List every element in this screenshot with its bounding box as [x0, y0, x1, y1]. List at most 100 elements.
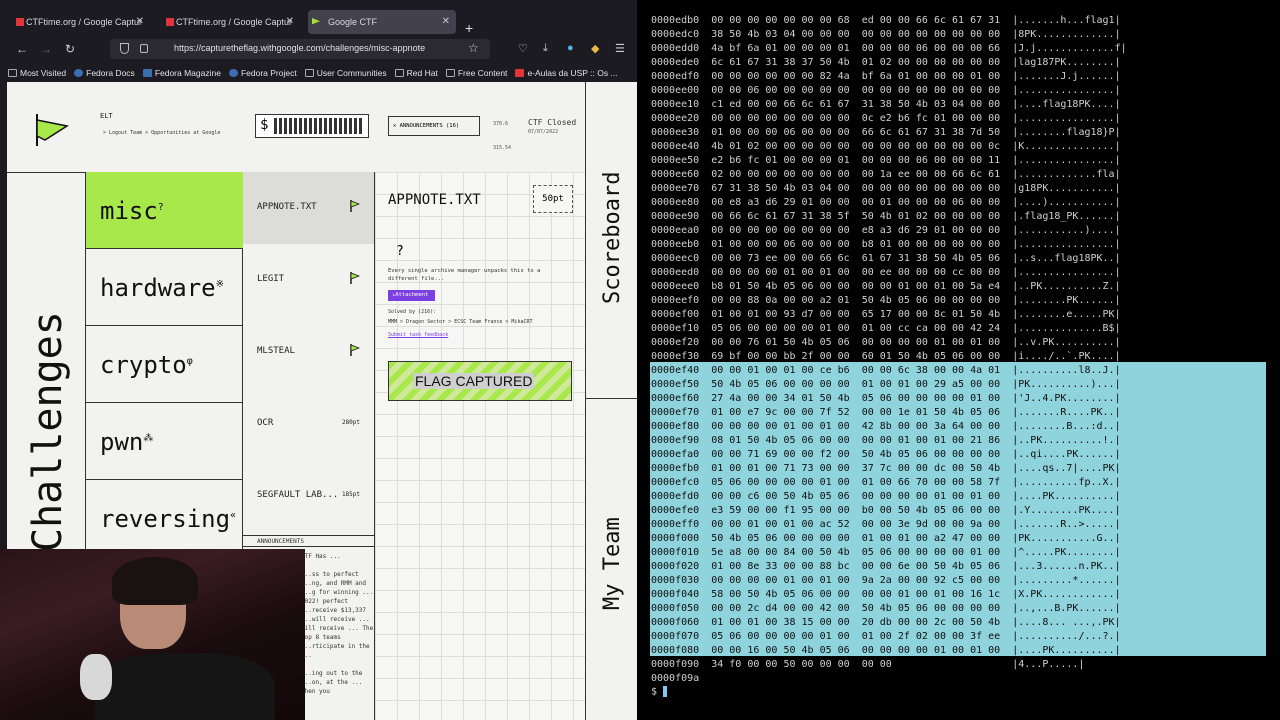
flag-input-box[interactable]: $ — [255, 114, 369, 138]
dollar-icon: $ — [260, 117, 269, 133]
hexdump-line: 0000edc0 38 50 4b 03 04 00 00 00 00 00 0… — [651, 29, 1121, 40]
category-hardware[interactable]: hardware※ — [86, 249, 243, 326]
hexdump-line: 0000ef80 00 00 00 00 01 00 01 00 42 8b 0… — [651, 421, 1121, 432]
extension-icon[interactable]: ● — [567, 42, 574, 54]
tab-label: Google CTF — [328, 17, 378, 27]
score-bottom: 315.54 — [493, 145, 512, 151]
shell-prompt[interactable]: $ — [651, 686, 668, 698]
ctftime-favicon-icon — [16, 18, 24, 26]
extension-fox-icon[interactable]: ◆ — [591, 42, 599, 55]
hexdump-line: 0000ef50 50 4b 05 06 00 00 00 00 01 00 0… — [651, 379, 1121, 390]
tab-label: CTFtime.org / Google Captur — [26, 17, 143, 27]
category-mark: φ — [186, 356, 193, 367]
team-links[interactable]: > Logout Team > Opportunities at Google — [103, 130, 220, 136]
tab-google-ctf[interactable]: Google CTF ✕ — [308, 10, 456, 34]
category-misc[interactable]: misc? — [86, 172, 243, 249]
bookmark-most-visited[interactable]: Most Visited — [8, 64, 66, 82]
back-icon[interactable]: ← — [16, 42, 28, 56]
announcements-button[interactable]: ✕ ANNOUNCEMENTS (16) — [388, 116, 480, 136]
hexdump-line: 0000f060 01 00 01 00 38 15 00 00 20 db 0… — [651, 617, 1121, 628]
bookmark-fedora-magazine[interactable]: Fedora Magazine — [142, 64, 221, 82]
folder-icon — [445, 69, 455, 77]
person-hair — [112, 557, 198, 605]
shield-icon[interactable] — [120, 43, 129, 54]
lock-icon[interactable] — [140, 44, 148, 53]
bookmark-red-hat[interactable]: Red Hat — [394, 64, 438, 82]
scoreboard-link[interactable]: Scoreboard — [600, 172, 625, 304]
bookmark-label: User Communities — [316, 68, 387, 78]
challenge-segfault-labyrinth[interactable]: SEGFAULT LAB... 185pt — [243, 460, 374, 532]
challenge-detail: APPNOTE.TXT 50pt ? Every single archive … — [375, 172, 585, 720]
flag-pattern — [274, 118, 364, 134]
flag-captured-banner: FLAG CAPTURED — [388, 361, 572, 401]
menu-icon[interactable]: ☰ — [615, 42, 625, 55]
hexdump-line: 0000ef70 01 00 e7 9c 00 00 7f 52 00 00 1… — [651, 407, 1121, 418]
tab-ctftime-1[interactable]: CTFtime.org / Google Captur ✕ — [12, 10, 150, 34]
downloads-icon[interactable]: ⤓ — [543, 42, 548, 55]
hexdump-line: 0000ee60 02 00 00 00 00 00 00 00 00 1a e… — [651, 169, 1121, 180]
challenge-ocr[interactable]: OCR 280pt — [243, 388, 374, 460]
bookmark-star-icon[interactable]: ☆ — [468, 41, 479, 55]
hexdump-line: 0000eec0 00 00 73 ee 00 00 66 6c 61 67 3… — [651, 253, 1121, 264]
flag-captured-label: FLAG CAPTURED — [413, 373, 535, 389]
google-ctf-flag-logo-icon[interactable] — [33, 110, 69, 146]
close-tab-icon[interactable]: ✕ — [136, 16, 144, 27]
hexdump-line: 0000ee30 01 00 00 00 06 00 00 00 66 6c 6… — [651, 127, 1121, 138]
bookmark-e-aulas[interactable]: e-Aulas da USP :: Os ... — [515, 64, 618, 82]
hexdump-line: 0000ee50 e2 b6 fc 01 00 00 00 01 00 00 0… — [651, 155, 1121, 166]
url-bar[interactable]: https://capturetheflag.withgoogle.com/ch… — [110, 39, 490, 59]
solver-list[interactable]: MMM > Dragon Sector > ECSC Team France >… — [388, 319, 533, 325]
category-reversing[interactable]: reversing« — [86, 480, 243, 557]
url-text[interactable]: https://capturetheflag.withgoogle.com/ch… — [174, 43, 425, 53]
category-crypto[interactable]: cryptoφ — [86, 326, 243, 403]
submit-feedback-link[interactable]: Submit task feedback — [388, 332, 448, 338]
pocket-icon[interactable]: ♡ — [518, 42, 528, 55]
hexdump-line: 0000ef90 08 01 50 4b 05 06 00 00 00 00 0… — [651, 435, 1121, 446]
attachment-button[interactable]: ↓Attachment — [388, 290, 435, 301]
solved-flag-icon — [350, 344, 360, 356]
close-tab-icon[interactable]: ✕ — [286, 16, 294, 27]
right-nav-column: Scoreboard My Team — [585, 82, 637, 720]
challenge-mlsteal[interactable]: MLSTEAL — [243, 316, 374, 388]
tab-ctftime-2[interactable]: CTFtime.org / Google Captur ✕ — [162, 10, 300, 34]
bookmark-user-communities[interactable]: User Communities — [304, 64, 387, 82]
hexdump-line: 0000ee40 4b 01 02 00 00 00 00 00 00 00 0… — [651, 141, 1121, 152]
challenge-label: SEGFAULT LAB... — [257, 490, 339, 500]
my-team-link[interactable]: My Team — [600, 517, 625, 610]
hexdump-line: 0000f030 00 00 00 00 01 00 01 00 9a 2a 0… — [651, 575, 1121, 586]
hexdump-line: 0000efe0 e3 59 00 00 f1 95 00 00 b0 00 5… — [651, 505, 1121, 516]
hexdump-line: 0000efb0 01 00 01 00 71 73 00 00 37 7c 0… — [651, 463, 1121, 474]
hexdump-line: 0000f020 01 00 8e 33 00 00 88 bc 00 00 6… — [651, 561, 1121, 572]
folder-icon — [304, 69, 314, 77]
hexdump-line: 0000edf0 00 00 00 00 00 00 82 4a bf 6a 0… — [651, 71, 1121, 82]
reload-icon[interactable]: ↻ — [65, 42, 75, 56]
terminal-window[interactable]: 0000edb0 00 00 00 00 00 00 00 68 ed 00 0… — [644, 12, 1280, 720]
hexdump-line: 0000ef10 05 06 00 00 00 00 01 00 01 00 c… — [651, 323, 1121, 334]
bookmark-fedora-project[interactable]: Fedora Project — [228, 64, 297, 82]
challenge-label: MLSTEAL — [257, 346, 295, 356]
bookmark-fedora-docs[interactable]: Fedora Docs — [74, 64, 135, 82]
challenge-points: 280pt — [341, 419, 360, 426]
question-mark: ? — [396, 244, 404, 259]
ctf-status: CTF Closed — [528, 118, 577, 127]
announcements-header: ANNOUNCEMENTS — [243, 535, 375, 547]
solved-flag-icon — [350, 200, 360, 212]
new-tab-icon[interactable]: + — [465, 20, 473, 36]
challenge-appnote[interactable]: APPNOTE.TXT — [243, 172, 374, 244]
forward-icon[interactable]: → — [40, 42, 52, 56]
category-pwn[interactable]: pwn⁂ — [86, 403, 243, 480]
bookmark-label: Fedora Docs — [86, 68, 135, 78]
bookmark-label: Fedora Project — [240, 68, 297, 78]
hexdump-line: 0000edb0 00 00 00 00 00 00 00 68 ed 00 0… — [651, 15, 1121, 26]
hexdump-line: 0000eee0 b8 01 50 4b 05 06 00 00 00 00 0… — [651, 281, 1121, 292]
category-label: crypto — [100, 351, 187, 379]
hexdump-line: 0000f040 58 00 50 4b 05 06 00 00 00 00 0… — [651, 589, 1121, 600]
challenge-legit[interactable]: LEGIT — [243, 244, 374, 316]
bookmark-free-content[interactable]: Free Content — [445, 64, 507, 82]
gear-icon — [8, 69, 17, 77]
tab-bar: CTFtime.org / Google Captur ✕ CTFtime.or… — [0, 8, 637, 36]
solved-count: Solved by (216): — [388, 309, 437, 315]
challenge-label: LEGIT — [257, 274, 285, 284]
close-tab-icon[interactable]: ✕ — [442, 16, 450, 27]
category-label: misc — [100, 197, 158, 225]
